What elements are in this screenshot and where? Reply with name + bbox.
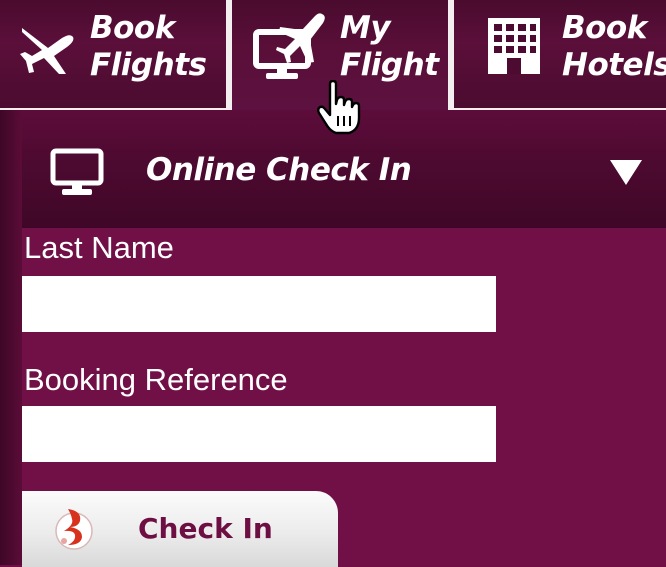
tab-book-flights-label: Book Flights xyxy=(90,10,207,83)
hand-pointer-cursor-icon xyxy=(316,79,362,141)
tab-book-hotels-label: Book Hotels xyxy=(562,10,666,83)
airplane-icon xyxy=(18,18,76,81)
left-divider xyxy=(0,110,22,565)
monitor-icon xyxy=(50,148,104,203)
last-name-input[interactable] xyxy=(22,276,496,332)
tab-my-flight-label: My Flight xyxy=(340,10,439,83)
check-in-button[interactable]: Check In xyxy=(22,491,338,567)
hotel-building-icon xyxy=(486,14,542,81)
triangle-down-icon[interactable] xyxy=(610,160,642,185)
last-name-label: Last Name xyxy=(24,230,174,265)
monitor-airplane-icon xyxy=(252,10,328,87)
booking-reference-input[interactable] xyxy=(22,406,496,462)
check-in-panel: Online Check In Last Name Booking Refere… xyxy=(22,110,666,567)
booking-reference-label: Booking Reference xyxy=(24,362,288,397)
tab-book-flights[interactable]: Book Flights xyxy=(0,0,226,108)
airline-logo-icon xyxy=(52,505,96,556)
panel-title: Online Check In xyxy=(146,152,412,188)
tab-book-hotels[interactable]: Book Hotels xyxy=(454,0,666,108)
check-in-button-label: Check In xyxy=(138,512,273,545)
